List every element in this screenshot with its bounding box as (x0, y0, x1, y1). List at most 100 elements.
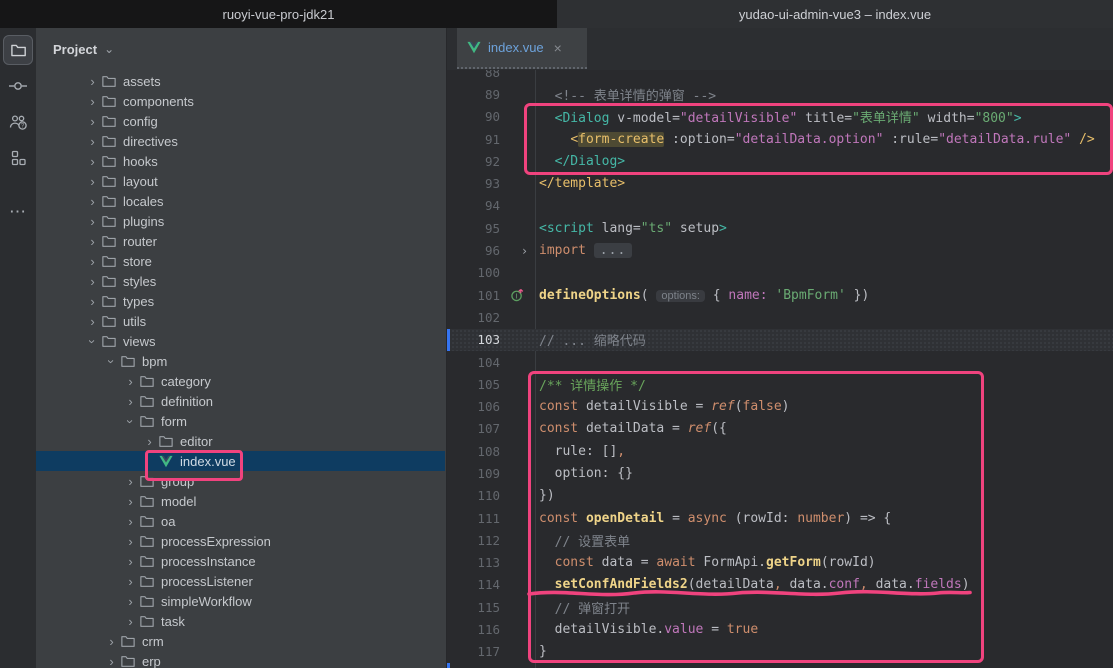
line-number[interactable]: 113 (447, 555, 500, 570)
tree-item-plugins[interactable]: ›plugins (36, 211, 445, 231)
chevron-collapsed-icon[interactable]: › (122, 395, 139, 408)
chevron-collapsed-icon[interactable]: › (84, 155, 101, 168)
fold-collapsed-icon[interactable]: › (521, 244, 528, 258)
line-number[interactable]: 102 (447, 310, 500, 325)
tree-item-config[interactable]: ›config (36, 111, 445, 131)
tree-item-hooks[interactable]: ›hooks (36, 151, 445, 171)
line-number[interactable]: 93 (447, 176, 500, 191)
line-number[interactable]: 110 (447, 488, 500, 503)
line-number[interactable]: 117 (447, 644, 500, 659)
chevron-collapsed-icon[interactable]: › (84, 215, 101, 228)
line-number[interactable]: 95 (447, 221, 500, 236)
chevron-collapsed-icon[interactable]: › (141, 435, 158, 448)
chevron-expanded-icon[interactable]: › (124, 413, 137, 430)
tree-item-erp[interactable]: ›erp (36, 651, 445, 668)
tree-item-layout[interactable]: ›layout (36, 171, 445, 191)
chevron-collapsed-icon[interactable]: › (84, 75, 101, 88)
chevron-expanded-icon[interactable]: › (86, 333, 99, 350)
tree-item-components[interactable]: ›components (36, 91, 445, 111)
tree-item-simpleWorkflow[interactable]: ›simpleWorkflow (36, 591, 445, 611)
tree-item-bpm[interactable]: ›bpm (36, 351, 445, 371)
tree-item-category[interactable]: ›category (36, 371, 445, 391)
tree-item-crm[interactable]: ›crm (36, 631, 445, 651)
line-number[interactable]: 104 (447, 355, 500, 370)
line-number[interactable]: 100 (447, 265, 500, 280)
chevron-collapsed-icon[interactable]: › (84, 315, 101, 328)
line-number[interactable]: 94 (447, 198, 500, 213)
tree-item-oa[interactable]: ›oa (36, 511, 445, 531)
tree-item-processInstance[interactable]: ›processInstance (36, 551, 445, 571)
project-panel-header[interactable]: Project ⌄ (36, 28, 446, 70)
line-number[interactable]: 116 (447, 622, 500, 637)
line-number[interactable]: 101 (447, 288, 500, 303)
line-number[interactable]: 96 (447, 243, 500, 258)
tree-item-editor[interactable]: ›editor (36, 431, 445, 451)
tree-item-store[interactable]: ›store (36, 251, 445, 271)
tree-item-types[interactable]: ›types (36, 291, 445, 311)
commit-tool-button[interactable] (0, 68, 36, 104)
chevron-collapsed-icon[interactable]: › (122, 555, 139, 568)
chevron-collapsed-icon[interactable]: › (122, 575, 139, 588)
tree-item-definition[interactable]: ›definition (36, 391, 445, 411)
chevron-collapsed-icon[interactable]: › (84, 235, 101, 248)
define-options-gutter-icon[interactable]: I (511, 288, 524, 302)
chevron-expanded-icon[interactable]: › (105, 353, 118, 370)
tree-item-label: locales (123, 194, 163, 209)
line-number[interactable]: 92 (447, 154, 500, 169)
line-number[interactable]: 106 (447, 399, 500, 414)
line-number[interactable]: 103 (447, 332, 500, 347)
line-number[interactable]: 115 (447, 600, 500, 615)
tree-item-index.vue[interactable]: index.vue (36, 451, 445, 471)
chevron-collapsed-icon[interactable]: › (122, 595, 139, 608)
close-icon[interactable]: × (554, 41, 562, 55)
tree-item-form[interactable]: ›form (36, 411, 445, 431)
structure-tool-button[interactable] (0, 140, 36, 176)
chevron-collapsed-icon[interactable]: › (84, 275, 101, 288)
tree-item-group[interactable]: ›group (36, 471, 445, 491)
line-number[interactable]: 107 (447, 421, 500, 436)
tree-item-assets[interactable]: ›assets (36, 71, 445, 91)
chevron-collapsed-icon[interactable]: › (84, 255, 101, 268)
tab-index-vue[interactable]: index.vue × (457, 28, 587, 69)
tree-item-processListener[interactable]: ›processListener (36, 571, 445, 591)
chevron-collapsed-icon[interactable]: › (122, 375, 139, 388)
chevron-collapsed-icon[interactable]: › (84, 195, 101, 208)
chevron-collapsed-icon[interactable]: › (122, 515, 139, 528)
chevron-collapsed-icon[interactable]: › (84, 295, 101, 308)
tree-item-processExpression[interactable]: ›processExpression (36, 531, 445, 551)
line-number[interactable]: 111 (447, 511, 500, 526)
background-window-title[interactable]: ruoyi-vue-pro-jdk21 (0, 0, 557, 28)
line-number[interactable]: 112 (447, 533, 500, 548)
chevron-collapsed-icon[interactable]: › (122, 495, 139, 508)
chevron-collapsed-icon[interactable]: › (103, 635, 120, 648)
line-number[interactable]: 109 (447, 466, 500, 481)
project-tool-button[interactable] (0, 32, 36, 68)
line-number[interactable]: 105 (447, 377, 500, 392)
tree-item-views[interactable]: ›views (36, 331, 445, 351)
line-number[interactable]: 108 (447, 444, 500, 459)
chevron-collapsed-icon[interactable]: › (84, 175, 101, 188)
line-number[interactable]: 90 (447, 109, 500, 124)
tree-item-styles[interactable]: ›styles (36, 271, 445, 291)
chevron-collapsed-icon[interactable]: › (122, 475, 139, 488)
line-number[interactable]: 91 (447, 132, 500, 147)
line-number[interactable]: 88 (447, 70, 500, 80)
chevron-collapsed-icon[interactable]: › (84, 115, 101, 128)
tree-item-task[interactable]: ›task (36, 611, 445, 631)
tree-item-model[interactable]: ›model (36, 491, 445, 511)
tree-item-utils[interactable]: ›utils (36, 311, 445, 331)
chevron-collapsed-icon[interactable]: › (84, 95, 101, 108)
chevron-collapsed-icon[interactable]: › (122, 615, 139, 628)
tree-item-router[interactable]: ›router (36, 231, 445, 251)
chevron-collapsed-icon[interactable]: › (103, 655, 120, 668)
tree-item-locales[interactable]: › locales (36, 191, 445, 211)
more-tool-windows-button[interactable]: ⋯ (0, 194, 36, 230)
caret-line-marker (447, 663, 450, 668)
tree-item-directives[interactable]: ›directives (36, 131, 445, 151)
editor-pane: index.vue × 8889 <!-- 表单详情的弹窗 -->90 <Dia… (447, 28, 1113, 668)
chevron-collapsed-icon[interactable]: › (122, 535, 139, 548)
chevron-collapsed-icon[interactable]: › (84, 135, 101, 148)
line-number[interactable]: 114 (447, 577, 500, 592)
line-number[interactable]: 89 (447, 87, 500, 102)
pull-requests-tool-button[interactable]: ? (0, 104, 36, 140)
